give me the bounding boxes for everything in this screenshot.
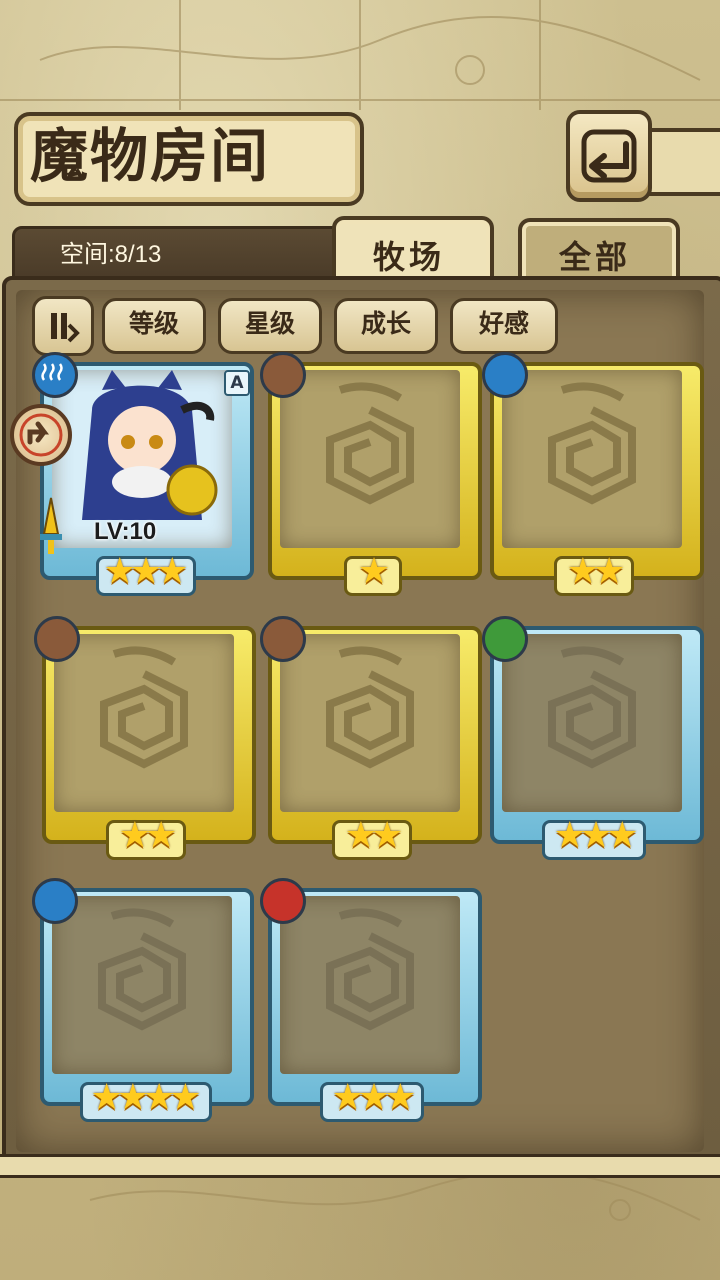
monster-card[interactable]: ★★★ bbox=[482, 616, 704, 864]
monster-card[interactable]: ★★ bbox=[482, 352, 704, 600]
spiral-placeholder-icon bbox=[326, 908, 414, 1031]
spiral-placeholder-icon bbox=[100, 646, 188, 769]
leader-badge-icon[interactable] bbox=[10, 404, 72, 466]
star-rating: ★★★ bbox=[553, 815, 639, 856]
level-label: LV:10 bbox=[94, 518, 157, 545]
spiral-placeholder-icon bbox=[98, 908, 186, 1031]
star-rating: ★★ bbox=[118, 815, 178, 856]
filter-affection-button[interactable]: 好感 bbox=[450, 298, 558, 354]
spiral-placeholder-icon bbox=[548, 382, 636, 505]
spiral-placeholder-icon bbox=[326, 382, 414, 505]
filter-star-button[interactable]: 星级 bbox=[218, 298, 322, 354]
monster-card[interactable]: ★★ bbox=[34, 616, 256, 864]
sword-icon bbox=[40, 497, 62, 554]
monster-card[interactable]: A LV:10 ★★★ bbox=[32, 352, 254, 600]
star-rating: ★ bbox=[357, 551, 390, 592]
water-element-icon bbox=[32, 352, 78, 398]
monster-card[interactable]: ★★★★ bbox=[32, 878, 254, 1126]
star-rating: ★★★ bbox=[103, 551, 189, 592]
rank-badge: A bbox=[224, 370, 250, 396]
star-rating: ★★★★ bbox=[90, 1077, 201, 1118]
fire-element-icon bbox=[260, 878, 306, 924]
water-element-icon bbox=[482, 352, 528, 398]
space-counter: 空间:8/13 bbox=[60, 241, 162, 268]
monster-card[interactable]: ★ bbox=[260, 352, 482, 600]
filter-growth-button[interactable]: 成长 bbox=[334, 298, 438, 354]
page-title: 魔物房间 bbox=[30, 122, 271, 190]
back-button[interactable] bbox=[566, 110, 652, 202]
wood-element-icon bbox=[482, 616, 528, 662]
star-rating: ★★ bbox=[566, 551, 626, 592]
earth-element-icon bbox=[34, 616, 80, 662]
star-rating: ★★★ bbox=[331, 1077, 417, 1118]
star-rating: ★★ bbox=[344, 815, 404, 856]
back-rail bbox=[640, 128, 720, 196]
earth-element-icon bbox=[260, 352, 306, 398]
tab-pasture-label: 牧场 bbox=[372, 238, 445, 276]
sort-toggle-button[interactable] bbox=[32, 296, 94, 356]
spiral-placeholder-icon bbox=[548, 646, 636, 769]
monster-card[interactable]: ★★ bbox=[260, 616, 482, 864]
earth-element-icon bbox=[260, 616, 306, 662]
spiral-placeholder-icon bbox=[326, 646, 414, 769]
water-element-icon bbox=[32, 878, 78, 924]
monster-card[interactable]: ★★★ bbox=[260, 878, 482, 1126]
back-arrow-icon bbox=[581, 129, 637, 183]
filter-level-button[interactable]: 等级 bbox=[102, 298, 206, 354]
tab-all-label: 全部 bbox=[558, 238, 631, 276]
sort-toggle-icon bbox=[51, 313, 80, 343]
panel-footer bbox=[0, 1154, 720, 1178]
